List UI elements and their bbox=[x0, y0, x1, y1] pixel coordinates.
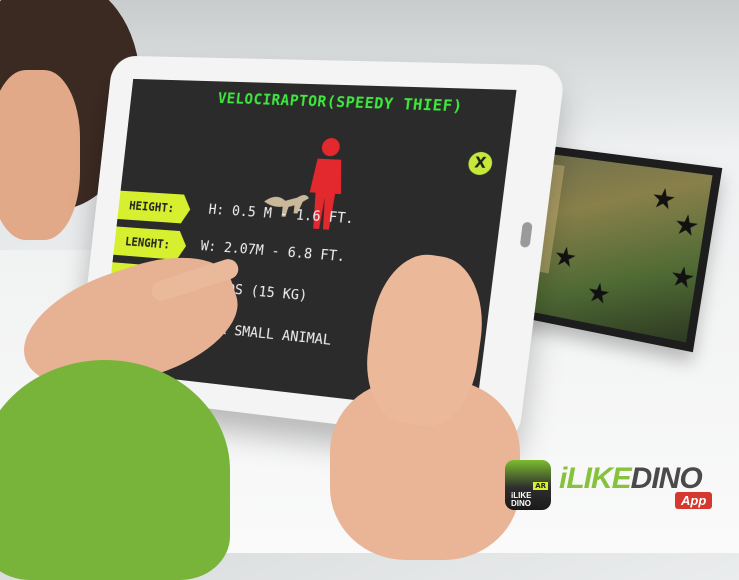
close-button[interactable]: X bbox=[467, 151, 494, 176]
height-label-tag: HEIGHT: bbox=[112, 190, 192, 224]
star-badge-icon bbox=[651, 186, 677, 212]
length-label-tag: LENGHT: bbox=[108, 226, 188, 260]
size-comparison-graphic bbox=[262, 137, 346, 231]
star-badge-icon bbox=[670, 264, 696, 290]
star-badge-icon bbox=[553, 245, 577, 270]
star-badge-icon bbox=[586, 281, 610, 307]
ar-badge: AR bbox=[533, 482, 548, 490]
badge-mini-text: iLIKE DINO bbox=[511, 491, 532, 508]
star-badge-icon bbox=[674, 213, 700, 239]
photo-scene: VELOCIRAPTOR(SPEEDY THIEF) X HEIGHT: LEN… bbox=[0, 0, 739, 580]
logo-app-tag: App bbox=[675, 492, 713, 509]
ilikedino-app-logo: AR iLIKE DINO iLIKEDINO App bbox=[505, 460, 725, 520]
logo-word-ilike: iLIKE bbox=[559, 462, 632, 495]
app-icon-badge: AR iLIKE DINO bbox=[505, 460, 551, 510]
child-face bbox=[0, 70, 80, 240]
logo-wordmark: iLIKEDINO bbox=[559, 462, 703, 496]
tablet-home-button bbox=[519, 221, 533, 248]
logo-word-dino: DINO bbox=[630, 462, 703, 495]
dinosaur-title: VELOCIRAPTOR(SPEEDY THIEF) bbox=[216, 89, 464, 116]
